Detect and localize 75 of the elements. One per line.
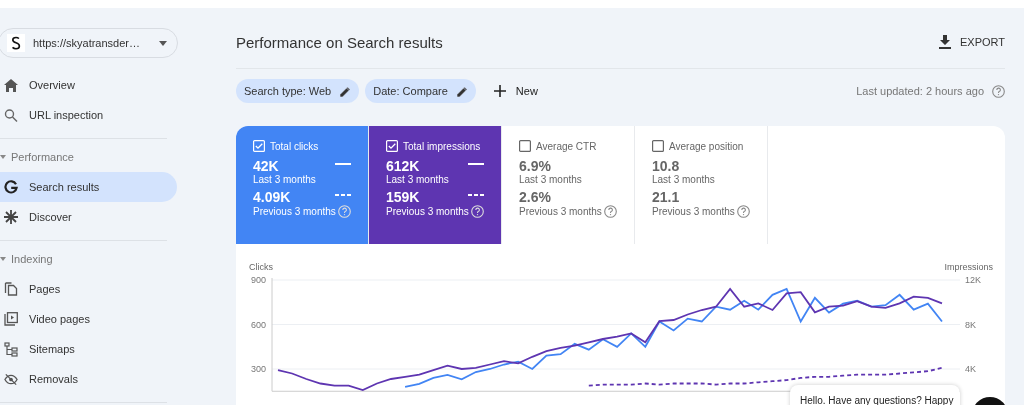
nav-item[interactable]: Removals — [0, 364, 177, 394]
metric-label: Total impressions — [403, 140, 481, 152]
period-label: Last 3 months — [519, 174, 583, 185]
period-label: Previous 3 months — [652, 206, 735, 217]
hidden-eye-icon — [4, 372, 18, 386]
period-label: Previous 3 months — [253, 206, 336, 217]
sitemap-icon — [4, 341, 18, 357]
axis-tick-label: 300 — [250, 364, 266, 374]
nav-item[interactable]: Pages — [0, 274, 177, 304]
metric-tile[interactable]: Average position 10.8 Last 3 months 21.1 Previous 3 months — [635, 126, 768, 244]
pages-icon — [4, 282, 18, 296]
checked-checkbox-icon — [253, 140, 265, 152]
site-logo-icon — [7, 34, 25, 52]
period-label: Last 3 months — [253, 174, 317, 185]
last-updated-text: Last updated: 2 hours ago — [856, 85, 984, 97]
video-pages-icon — [4, 312, 18, 326]
nav-item[interactable]: Discover — [0, 202, 177, 232]
nav-item[interactable]: Overview — [0, 70, 177, 100]
axis-tick-label: 4K — [965, 364, 976, 374]
pencil-icon — [456, 85, 468, 97]
metric-label: Average CTR — [536, 140, 597, 152]
checkbox-icon — [652, 140, 664, 152]
metric-value: 10.8 — [652, 158, 680, 174]
y-axis-title: Clicks — [249, 262, 273, 272]
filter-chip[interactable]: Search type: Web — [236, 79, 360, 103]
axis-tick-label: 900 — [250, 275, 266, 285]
metric-tile[interactable]: Total impressions 612K Last 3 months 159K Previous 3 months — [369, 126, 502, 244]
help-icon[interactable] — [604, 205, 617, 218]
metric-value: 21.1 — [652, 189, 680, 205]
pencil-icon — [340, 85, 352, 97]
axis-tick-label: 12K — [965, 275, 981, 285]
period-label: Previous 3 months — [386, 206, 469, 217]
help-icon[interactable] — [737, 205, 750, 218]
solid-line-icon — [335, 163, 351, 165]
page-title: Performance on Search results — [236, 33, 443, 51]
metric-value: 6.9% — [519, 158, 551, 174]
solid-line-icon — [468, 163, 484, 165]
checkbox-icon — [519, 140, 531, 152]
nav-item[interactable]: Search results — [0, 172, 177, 202]
help-icon[interactable] — [992, 84, 1005, 98]
nav-item[interactable]: Sitemaps — [0, 334, 177, 364]
metric-tile[interactable]: Average CTR 6.9% Last 3 months 2.6% Previous 3 months — [502, 126, 635, 244]
plus-icon — [493, 85, 506, 97]
dropdown-caret-icon — [159, 40, 167, 46]
export-button[interactable]: EXPORT — [938, 35, 1005, 49]
section-header[interactable]: Indexing — [0, 249, 220, 269]
asterisk-icon — [4, 210, 18, 224]
nav-item[interactable]: Video pages — [0, 304, 177, 334]
g-letter-icon — [4, 180, 18, 194]
collapse-caret-icon — [0, 154, 6, 160]
period-label: Previous 3 months — [519, 206, 602, 217]
filter-chip[interactable]: Date: Compare — [365, 79, 476, 103]
metric-label: Average position — [669, 140, 744, 152]
dashed-line-icon — [468, 194, 484, 196]
period-label: Last 3 months — [386, 174, 450, 185]
search-icon — [4, 108, 18, 122]
collapse-caret-icon — [0, 256, 6, 262]
period-label: Last 3 months — [652, 174, 716, 185]
dashed-line-icon — [335, 194, 351, 196]
metric-value: 159K — [386, 189, 420, 205]
home-icon — [4, 78, 18, 92]
metric-tile[interactable]: Total clicks 42K Last 3 months 4.09K Previous 3 months — [236, 126, 369, 244]
axis-tick-label: 8K — [965, 319, 976, 330]
download-icon — [938, 35, 951, 49]
checked-checkbox-icon — [386, 140, 398, 152]
metric-label: Total clicks — [270, 140, 319, 152]
metric-value: 2.6% — [519, 189, 551, 205]
section-header[interactable]: Performance — [0, 147, 220, 167]
nav-item[interactable]: URL inspection — [0, 100, 177, 130]
new-filter-button[interactable]: New — [485, 85, 546, 97]
metric-value: 42K — [253, 158, 279, 174]
axis-tick-label: 600 — [250, 319, 266, 330]
metric-value: 4.09K — [253, 189, 291, 205]
metric-value: 612K — [386, 158, 420, 174]
y-axis-title: Impressions — [944, 262, 993, 272]
